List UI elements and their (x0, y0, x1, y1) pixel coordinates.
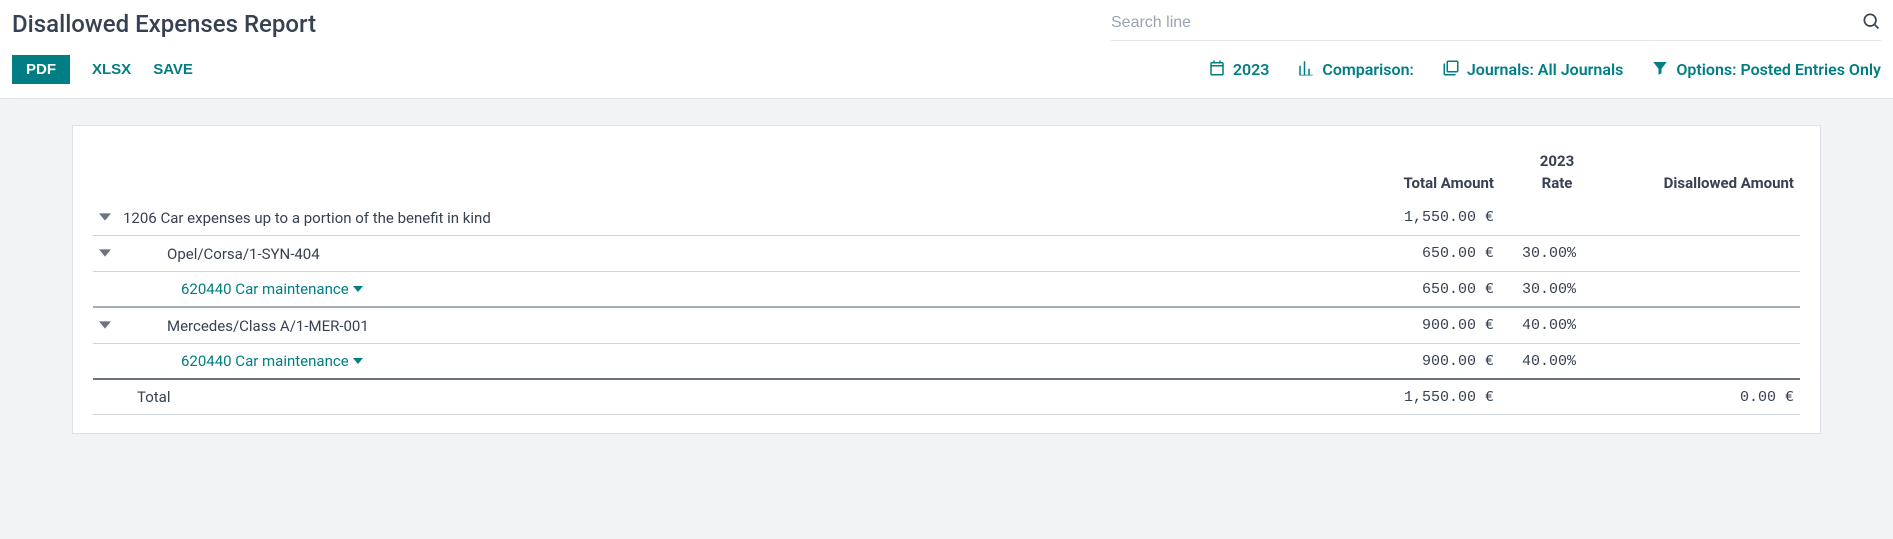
row-rate: 40.00% (1500, 307, 1600, 344)
search-icon[interactable] (1861, 11, 1881, 35)
row-rate: 30.00% (1500, 236, 1600, 272)
row-disallowed (1600, 307, 1800, 344)
table-row[interactable]: 620440 Car maintenance 650.00 € 30.00% (93, 272, 1800, 308)
row-total-amount: 900.00 € (1340, 344, 1500, 380)
row-total-amount: 650.00 € (1340, 236, 1500, 272)
row-disallowed (1600, 236, 1800, 272)
table-row-total: Total 1,550.00 € 0.00 € (93, 379, 1800, 415)
filter-journals-label: Journals: All Journals (1467, 60, 1623, 79)
row-rate (1500, 200, 1600, 236)
filter-comparison-label: Comparison: (1322, 60, 1414, 79)
header-rate: Rate (1500, 174, 1600, 200)
table-row[interactable]: Opel/Corsa/1-SYN-404 650.00 € 30.00% (93, 236, 1800, 272)
caret-down-icon[interactable] (99, 244, 111, 263)
row-rate: 40.00% (1500, 344, 1600, 380)
search-input[interactable] (1111, 10, 1861, 36)
filter-comparison[interactable]: Comparison: (1297, 59, 1414, 81)
row-label-link[interactable]: 620440 Car maintenance (181, 352, 363, 370)
calendar-icon (1208, 59, 1226, 81)
caret-down-icon (353, 280, 363, 298)
caret-down-icon (353, 352, 363, 370)
row-disallowed (1600, 272, 1800, 308)
row-label: 1206 Car expenses up to a portion of the… (117, 200, 1340, 236)
filter-options-label: Options: Posted Entries Only (1676, 60, 1881, 79)
row-disallowed (1600, 200, 1800, 236)
row-label-link[interactable]: 620440 Car maintenance (181, 280, 363, 298)
table-row[interactable]: 620440 Car maintenance 900.00 € 40.00% (93, 344, 1800, 380)
row-label: 620440 Car maintenance (181, 352, 349, 370)
filter-period-label: 2023 (1233, 60, 1270, 79)
report-table: 2023 Total Amount Rate Disallowed Amount (93, 144, 1800, 415)
save-button[interactable]: SAVE (153, 61, 193, 78)
filter-options[interactable]: Options: Posted Entries Only (1651, 59, 1881, 81)
table-row[interactable]: Mercedes/Class A/1-MER-001 900.00 € 40.0… (93, 307, 1800, 344)
caret-down-icon[interactable] (99, 316, 111, 335)
row-total-amount: 900.00 € (1340, 307, 1500, 344)
page-title: Disallowed Expenses Report (12, 10, 316, 38)
total-amount: 1,550.00 € (1340, 379, 1500, 415)
caret-down-icon[interactable] (99, 208, 111, 227)
total-label: Total (117, 379, 1340, 415)
filter-icon (1651, 59, 1669, 81)
row-label: 620440 Car maintenance (181, 280, 349, 298)
row-disallowed (1600, 344, 1800, 380)
search-bar (1111, 6, 1881, 41)
report-panel: 2023 Total Amount Rate Disallowed Amount (72, 125, 1821, 434)
filter-period[interactable]: 2023 (1208, 59, 1270, 81)
total-disallowed: 0.00 € (1600, 379, 1800, 415)
header-disallowed: Disallowed Amount (1600, 174, 1800, 200)
pdf-button[interactable]: PDF (12, 55, 70, 84)
xlsx-button[interactable]: XLSX (92, 61, 131, 78)
row-label: Mercedes/Class A/1-MER-001 (117, 307, 1340, 344)
table-row[interactable]: 1206 Car expenses up to a portion of the… (93, 200, 1800, 236)
row-total-amount: 1,550.00 € (1340, 200, 1500, 236)
bar-chart-icon (1297, 59, 1315, 81)
book-icon (1442, 59, 1460, 81)
row-total-amount: 650.00 € (1340, 272, 1500, 308)
filter-journals[interactable]: Journals: All Journals (1442, 59, 1623, 81)
row-label: Opel/Corsa/1-SYN-404 (117, 236, 1340, 272)
row-rate: 30.00% (1500, 272, 1600, 308)
header-year: 2023 (1500, 144, 1600, 174)
header-total-amount: Total Amount (1340, 174, 1500, 200)
